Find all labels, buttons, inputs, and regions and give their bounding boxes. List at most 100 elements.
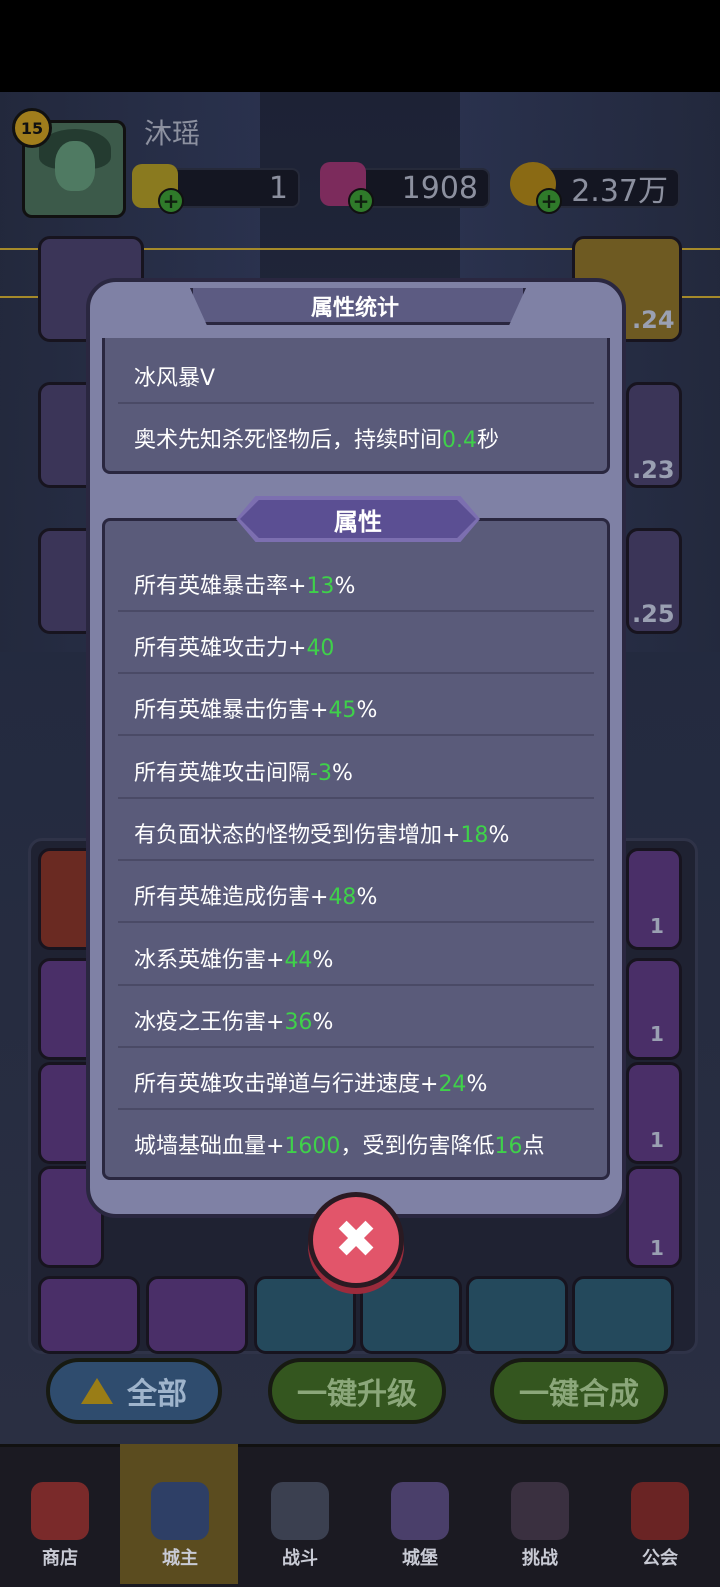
- attribute-text: 所有英雄暴击率+: [134, 574, 307, 599]
- equip-level: .23: [632, 456, 675, 484]
- inventory-item: [38, 1276, 140, 1354]
- attributes-title: 属性: [334, 508, 382, 536]
- inventory-item: [466, 1276, 568, 1354]
- avatar-face: [55, 141, 95, 191]
- equip-level: .24: [632, 306, 675, 334]
- attribute-row: 有负面状态的怪物受到伤害增加+18%: [134, 817, 509, 849]
- level-badge: 15: [12, 108, 52, 148]
- row-divider: [118, 859, 594, 861]
- attribute-value: 36: [284, 1010, 313, 1035]
- attribute-row: 所有英雄攻击间隔-3%: [134, 755, 353, 787]
- nav-label: 城主: [162, 1548, 198, 1569]
- attributes-header: 属性: [236, 496, 480, 542]
- add-gold-gem-button[interactable]: +: [158, 188, 184, 214]
- filter-all-label: 全部: [127, 1377, 187, 1412]
- nav-label: 战斗: [282, 1548, 318, 1569]
- item-count: 1: [650, 914, 664, 938]
- player-name: 沐瑶: [144, 117, 201, 150]
- row-divider: [118, 610, 594, 612]
- inventory-item: [360, 1276, 462, 1354]
- nav-item-shop[interactable]: 商店: [0, 1444, 120, 1584]
- equip-level: .25: [632, 600, 675, 628]
- item-count: 1: [650, 1022, 664, 1046]
- attribute-row: 城墙基础血量+1600，受到伤害降低16点: [134, 1128, 544, 1160]
- attribute-row: 所有英雄暴击伤害+45%: [134, 692, 377, 724]
- inventory-item: [572, 1276, 674, 1354]
- attribute-suffix: %: [312, 1010, 334, 1035]
- nav-item-guild[interactable]: 公会: [600, 1444, 720, 1584]
- attribute-text: 所有英雄暴击伤害+: [134, 698, 329, 723]
- attribute-value: 45: [328, 698, 357, 723]
- swords-icon: [271, 1482, 329, 1540]
- guild-banner-icon: [631, 1482, 689, 1540]
- attribute-text: 所有英雄攻击力+: [134, 636, 307, 661]
- attribute-value: 18: [460, 823, 489, 848]
- nav-label: 商店: [42, 1548, 78, 1569]
- attribute-value: 1600: [284, 1134, 341, 1159]
- attribute-suffix: ，受到伤害降低: [340, 1134, 495, 1159]
- skill-text: 奥术先知杀死怪物后，持续时间: [134, 428, 443, 453]
- row-divider: [118, 1108, 594, 1110]
- crystal-counter: 1908: [354, 168, 490, 208]
- attribute-row: 冰系英雄伤害+44%: [134, 942, 333, 974]
- attribute-suffix: %: [488, 823, 510, 848]
- nav-item-lord[interactable]: 城主: [120, 1444, 240, 1584]
- attribute-value: 48: [328, 885, 357, 910]
- attribute-text: 所有英雄造成伤害+: [134, 885, 329, 910]
- row-divider: [118, 984, 594, 986]
- attribute-suffix: %: [356, 698, 378, 723]
- skill-value: 0.4: [442, 428, 478, 453]
- item-count: 1: [650, 1236, 664, 1260]
- attribute-row: 冰疫之王伤害+36%: [134, 1004, 333, 1036]
- item-count: 1: [650, 1128, 664, 1152]
- nav-label: 城堡: [402, 1548, 438, 1569]
- row-divider: [118, 734, 594, 736]
- close-icon: ✖: [334, 1210, 378, 1270]
- skill-row: 奥术先知杀死怪物后，持续时间0.4秒: [134, 422, 499, 454]
- triangle-icon: [81, 1378, 113, 1404]
- shop-icon: [31, 1482, 89, 1540]
- attribute-value: 44: [284, 948, 313, 973]
- add-coin-button[interactable]: +: [536, 188, 562, 214]
- row-divider: [118, 672, 594, 674]
- attribute-suffix: %: [356, 885, 378, 910]
- attribute-text: 所有英雄攻击间隔: [134, 761, 311, 786]
- one-click-upgrade-button[interactable]: 一键升级: [268, 1358, 446, 1424]
- attribute-text: 冰疫之王伤害+: [134, 1010, 285, 1035]
- row-divider: [118, 1046, 594, 1048]
- attribute-row: 所有英雄暴击率+13%: [134, 568, 355, 600]
- skill-text: 冰风暴V: [134, 366, 216, 391]
- skill-suffix: 秒: [477, 428, 500, 453]
- attribute-row: 所有英雄造成伤害+48%: [134, 879, 377, 911]
- close-button[interactable]: ✖: [308, 1192, 404, 1288]
- inventory-item: [254, 1276, 356, 1354]
- nav-item-battle[interactable]: 战斗: [240, 1444, 360, 1584]
- attribute-value: 16: [494, 1134, 523, 1159]
- attribute-suffix: %: [312, 948, 334, 973]
- nav-item-challenge[interactable]: 挑战: [480, 1444, 600, 1584]
- attribute-text: 有负面状态的怪物受到伤害增加+: [134, 823, 461, 848]
- nav-label: 公会: [642, 1548, 678, 1569]
- crown-icon: [151, 1482, 209, 1540]
- attribute-text: 城墙基础血量+: [134, 1134, 285, 1159]
- row-divider: [118, 402, 594, 404]
- modal-title: 属性统计: [310, 296, 399, 321]
- attribute-value: -3: [310, 761, 332, 786]
- castle-icon: [391, 1482, 449, 1540]
- attribute-suffix: %: [334, 574, 356, 599]
- filter-all-button[interactable]: 全部: [46, 1358, 222, 1424]
- skull-icon: [511, 1482, 569, 1540]
- attribute-suffix: 点: [522, 1134, 545, 1159]
- status-bar: [0, 0, 720, 92]
- attribute-value: 40: [306, 636, 335, 661]
- add-crystal-button[interactable]: +: [348, 188, 374, 214]
- inventory-item: [146, 1276, 248, 1354]
- attribute-suffix: %: [466, 1072, 488, 1097]
- one-click-merge-button[interactable]: 一键合成: [490, 1358, 668, 1424]
- attribute-value: 24: [438, 1072, 467, 1097]
- skill-row: 冰风暴V: [134, 360, 215, 392]
- row-divider: [118, 797, 594, 799]
- nav-item-castle[interactable]: 城堡: [360, 1444, 480, 1584]
- attribute-value: 13: [306, 574, 335, 599]
- nav-label: 挑战: [522, 1548, 558, 1569]
